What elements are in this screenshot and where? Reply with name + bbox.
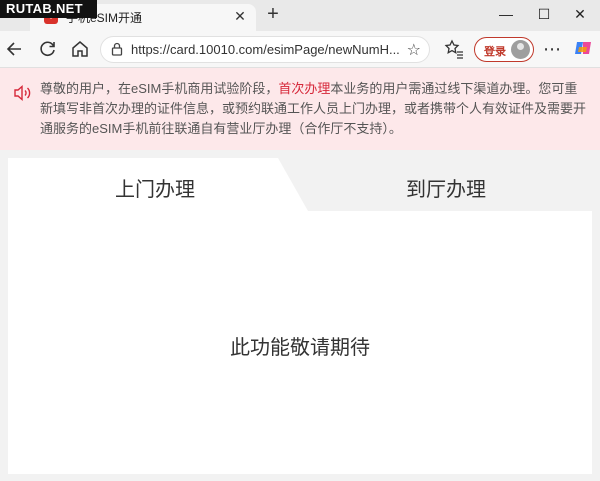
browser-toolbar: https://card.10010.com/esimPage/newNumH.… (0, 31, 600, 68)
more-icon[interactable]: ⋯ (541, 38, 563, 60)
tab-home-service[interactable]: 上门办理 (8, 158, 308, 211)
tab-store-service[interactable]: 到厅办理 (406, 173, 486, 202)
tab-home-service-label: 上门办理 (115, 179, 195, 201)
watermark: RUTAB.NET (0, 0, 97, 18)
minimize-button[interactable]: — (488, 2, 524, 26)
avatar (511, 40, 530, 59)
address-bar[interactable]: https://card.10010.com/esimPage/newNumH.… (100, 36, 430, 63)
new-tab-button[interactable]: + (262, 3, 284, 25)
copilot-icon[interactable] (572, 38, 594, 60)
notice-banner: 尊敬的用户，在eSIM手机商用试验阶段，首次办理本业务的用户需通过线下渠道办理。… (0, 68, 600, 150)
login-button[interactable]: 登录 (474, 37, 534, 62)
service-tabs: 上门办理 到厅办理 (8, 158, 592, 211)
refresh-icon[interactable] (37, 38, 59, 60)
notice-text: 尊敬的用户，在eSIM手机商用试验阶段，首次办理本业务的用户需通过线下渠道办理。… (40, 79, 588, 139)
notice-highlight: 首次办理 (278, 81, 331, 96)
title-bar: RUTAB.NET ● 手机eSIM开通 ✕ + — ☐ ✕ (0, 0, 600, 31)
url-text[interactable]: https://card.10010.com/esimPage/newNumH.… (131, 42, 400, 57)
login-label: 登录 (484, 46, 506, 58)
window-close-button[interactable]: ✕ (562, 2, 598, 26)
favorites-icon[interactable] (443, 38, 465, 60)
maximize-button[interactable]: ☐ (526, 2, 562, 26)
tab-close-icon[interactable]: ✕ (232, 8, 248, 24)
home-icon[interactable] (69, 38, 91, 60)
coming-soon-text: 此功能敬请期待 (230, 337, 370, 359)
star-icon[interactable]: ☆ (407, 40, 421, 60)
content-panel: 此功能敬请期待 (8, 211, 592, 474)
lock-icon[interactable] (110, 42, 124, 56)
notice-prefix: 尊敬的用户，在eSIM手机商用试验阶段， (40, 81, 279, 96)
speaker-icon (14, 84, 31, 102)
back-arrow-icon[interactable] (4, 38, 26, 60)
